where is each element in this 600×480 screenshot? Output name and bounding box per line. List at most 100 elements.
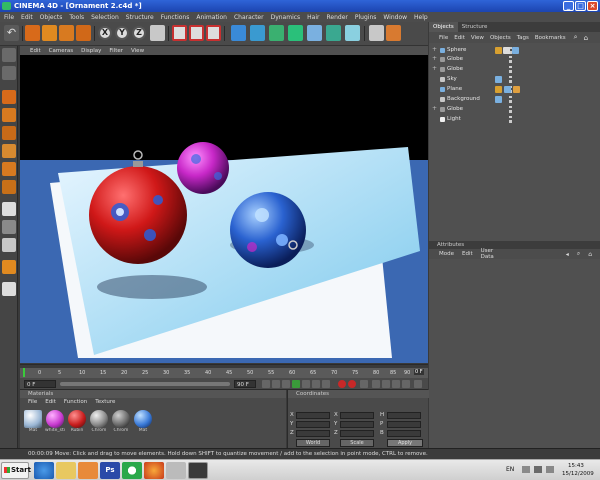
menu-structure[interactable]: Structure [126, 14, 154, 21]
material-tag-icon[interactable] [495, 96, 502, 103]
start-button[interactable]: Start [1, 462, 31, 479]
object-row[interactable]: + Sphere [429, 46, 600, 55]
visibility-dots[interactable] [509, 56, 512, 63]
internet-explorer-icon[interactable] [34, 462, 54, 479]
environment-icon[interactable] [345, 25, 360, 41]
menu-plugins[interactable]: Plugins [355, 14, 377, 21]
autokey-icon[interactable] [348, 380, 356, 388]
go-to-start-icon[interactable] [262, 380, 270, 388]
model-mode-icon[interactable] [2, 66, 16, 80]
object-row[interactable]: + Globe [429, 105, 600, 114]
next-frame-icon[interactable] [302, 380, 310, 388]
edges-mode-icon[interactable] [2, 162, 16, 176]
tab-objects[interactable]: Objects [429, 22, 458, 32]
start-frame-field[interactable]: 0 F [24, 380, 56, 388]
tweak-mode-icon[interactable] [2, 202, 16, 216]
material-tag-icon[interactable] [504, 86, 511, 93]
position-y-field[interactable] [296, 421, 330, 428]
visibility-dots[interactable] [509, 106, 512, 113]
record-icon[interactable] [338, 380, 346, 388]
keyframe-selection-icon[interactable] [360, 380, 368, 388]
file-explorer-icon[interactable] [56, 462, 76, 479]
lock-icon[interactable]: ⌂ [588, 251, 592, 258]
size-y-field[interactable] [340, 421, 374, 428]
next-key-icon[interactable] [312, 380, 320, 388]
perspective-viewport[interactable] [20, 55, 428, 363]
timeline-ruler[interactable]: 0 5 10 15 20 25 30 35 40 45 50 55 60 65 … [20, 364, 428, 378]
menu-hair[interactable]: Hair [307, 14, 319, 21]
objects-menu-objects[interactable]: Objects [490, 35, 511, 41]
menu-character[interactable]: Character [234, 14, 264, 21]
menu-window[interactable]: Window [383, 14, 407, 21]
expand-toggle-icon[interactable]: + [432, 65, 437, 72]
deformer-icon[interactable] [307, 25, 322, 41]
scene-object-icon[interactable] [326, 25, 341, 41]
array-icon[interactable] [288, 25, 303, 41]
mograph-icon[interactable] [2, 282, 16, 296]
position-key-icon[interactable] [372, 380, 380, 388]
menu-dynamics[interactable]: Dynamics [271, 14, 301, 21]
pla-key-icon[interactable] [414, 380, 422, 388]
material-swatch[interactable]: Mat [132, 410, 154, 436]
menu-render[interactable]: Render [327, 14, 348, 21]
objects-menu-bookmarks[interactable]: Bookmarks [535, 35, 566, 41]
back-arrow-icon[interactable]: ◂ [566, 251, 569, 258]
generic-app-icon[interactable] [166, 462, 186, 479]
points-mode-icon[interactable] [2, 144, 16, 158]
previous-key-icon[interactable] [272, 380, 280, 388]
volume-icon[interactable] [546, 466, 554, 473]
texture-mode-icon[interactable] [2, 108, 16, 122]
visibility-dots[interactable] [509, 96, 512, 103]
cube-primitive-icon[interactable] [231, 25, 246, 41]
object-row[interactable]: Background [429, 95, 600, 104]
cinema4d-taskbar-icon[interactable] [188, 462, 208, 479]
position-z-field[interactable] [296, 430, 330, 437]
make-editable-icon[interactable] [2, 48, 16, 62]
rotation-key-icon[interactable] [392, 380, 400, 388]
minimize-button[interactable]: _ [563, 1, 574, 11]
phong-tag-icon[interactable] [503, 47, 510, 54]
menu-objects[interactable]: Objects [40, 14, 63, 21]
rotation-b-field[interactable] [387, 430, 421, 437]
size-mode-dropdown[interactable]: Scale [340, 439, 374, 447]
texture-tag-icon[interactable] [495, 86, 502, 93]
soft-selection-icon[interactable] [2, 260, 16, 274]
media-player-icon[interactable] [78, 462, 98, 479]
parameter-key-icon[interactable] [402, 380, 410, 388]
snap-icon[interactable] [2, 220, 16, 234]
menu-help[interactable]: Help [414, 14, 428, 21]
object-row[interactable]: + Globe [429, 55, 600, 64]
expand-toggle-icon[interactable]: + [432, 55, 437, 62]
material-swatch[interactable]: Chrom [88, 410, 110, 436]
material-swatch[interactable]: Chrom [110, 410, 132, 436]
material-menu-function[interactable]: Function [64, 398, 87, 406]
viewport-menu-cameras[interactable]: Cameras [49, 48, 73, 54]
compositing-tag-icon[interactable] [513, 86, 520, 93]
coordinate-system-icon[interactable] [150, 25, 165, 41]
tab-structure[interactable]: Structure [458, 22, 492, 32]
scale-key-icon[interactable] [382, 380, 390, 388]
axis-mode-icon[interactable] [2, 126, 16, 140]
render-picture-viewer-icon[interactable] [206, 25, 221, 41]
object-row[interactable]: Plane [429, 85, 600, 94]
rotation-h-field[interactable] [387, 412, 421, 419]
camera-icon[interactable] [369, 25, 384, 41]
attributes-menu-edit[interactable]: Edit [462, 251, 473, 257]
material-tag-icon[interactable] [512, 47, 519, 54]
material-menu-file[interactable]: File [28, 398, 37, 406]
material-tag-icon[interactable] [495, 76, 502, 83]
home-icon[interactable]: ⌂ [584, 34, 588, 42]
render-region-icon[interactable] [189, 25, 204, 41]
z-axis-lock-button[interactable]: Z [132, 26, 146, 40]
rotate-tool-icon[interactable] [76, 25, 91, 41]
light-icon[interactable] [386, 25, 401, 41]
live-selection-icon[interactable] [25, 25, 40, 41]
go-to-end-icon[interactable] [322, 380, 330, 388]
range-slider[interactable] [60, 382, 230, 386]
viewport-menu-display[interactable]: Display [81, 48, 101, 54]
search-icon[interactable]: ⌕ [574, 33, 578, 42]
previous-frame-icon[interactable] [282, 380, 290, 388]
search-icon[interactable]: ⌕ [577, 250, 580, 258]
undo-icon[interactable]: ↶ [4, 25, 19, 41]
visibility-dots[interactable] [509, 76, 512, 83]
